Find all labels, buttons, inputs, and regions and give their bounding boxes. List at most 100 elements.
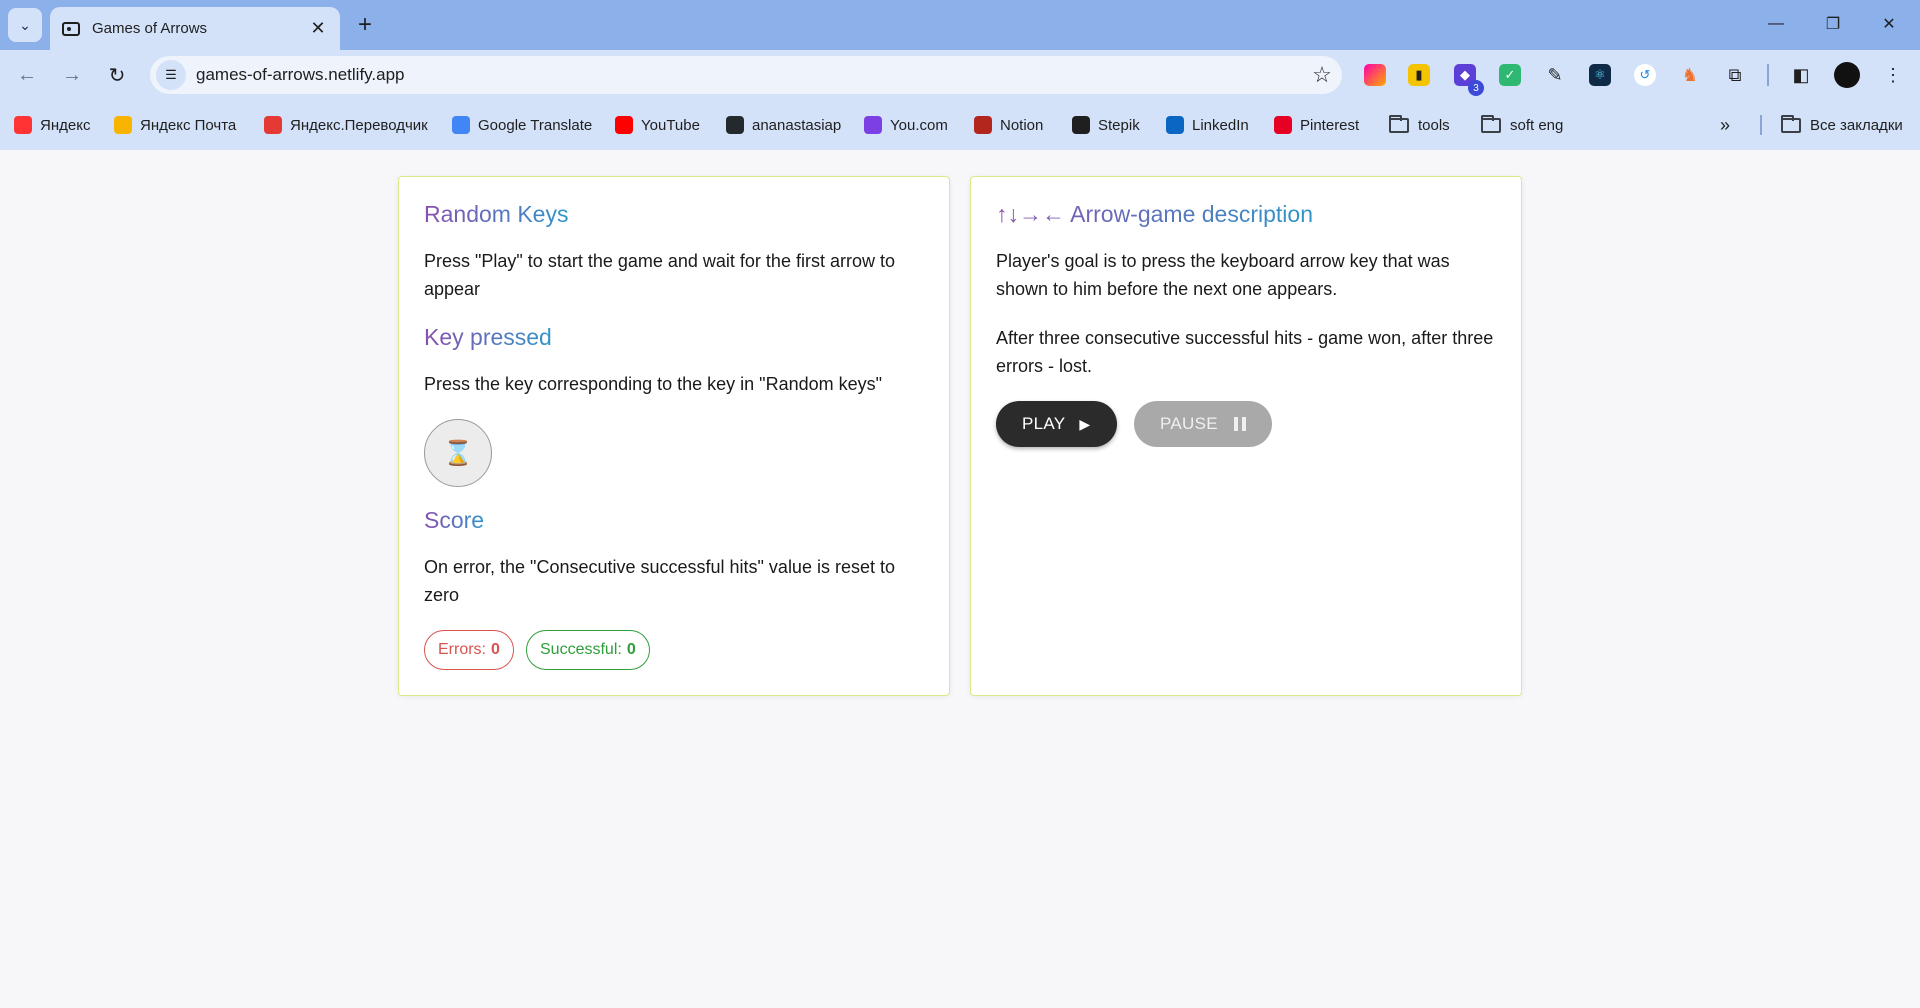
bookmark-label: Notion: [1000, 116, 1044, 134]
extension-count-badge: 3: [1468, 80, 1484, 96]
extension-pen-icon[interactable]: ✎: [1544, 64, 1566, 86]
folder-icon: [1389, 114, 1409, 133]
key-pressed-text: Press the key corresponding to the key i…: [424, 374, 883, 394]
youcom-icon: [864, 116, 882, 134]
back-button[interactable]: ←: [10, 59, 44, 91]
browser-toolbar: ← → ↻ ☰ games-of-arrows.netlify.app ☆ ▮ …: [0, 50, 1920, 100]
stepik-icon: [1072, 116, 1090, 134]
yandex-mail-icon: [114, 116, 132, 134]
bookmark-item[interactable]: Google Translate: [452, 114, 592, 136]
toolbar-divider: [1767, 64, 1769, 86]
arrow-left-icon: ←: [17, 63, 37, 86]
new-tab-button[interactable]: +: [350, 10, 380, 40]
bookmark-item[interactable]: ananastasiap: [726, 114, 841, 136]
bookmark-label: Pinterest: [1300, 116, 1360, 134]
bookmark-label: Яндекс.Переводчик: [290, 116, 428, 134]
active-tab[interactable]: Games of Arrows ✕: [50, 7, 340, 50]
extension-react-icon[interactable]: ⚛: [1589, 64, 1611, 86]
bookmark-item[interactable]: YouTube: [615, 114, 700, 136]
minimize-button[interactable]: —: [1753, 0, 1799, 48]
description-title: ↑↓→← Arrow-game description: [996, 201, 1313, 227]
hourglass-icon: ⌛: [424, 419, 492, 487]
bookmark-item[interactable]: soft eng: [1481, 114, 1563, 136]
reload-button[interactable]: ↻: [100, 59, 134, 91]
profile-avatar[interactable]: [1834, 62, 1860, 88]
translator-icon: [264, 116, 282, 134]
extension-chart-icon[interactable]: ▮: [1408, 64, 1430, 86]
bookmark-item[interactable]: Notion: [974, 114, 1043, 136]
side-panel-icon[interactable]: ◧: [1790, 64, 1812, 86]
errors-badge: Errors: 0: [424, 630, 514, 670]
tab-title: Games of Arrows: [92, 20, 208, 37]
score-title: Score: [424, 507, 485, 533]
menu-kebab-icon[interactable]: ⋮: [1882, 64, 1904, 86]
bookmark-star-icon[interactable]: ☆: [1302, 62, 1342, 88]
pause-button[interactable]: PAUSE: [1134, 401, 1272, 447]
extension-gradient-icon[interactable]: [1364, 64, 1386, 86]
bookmark-item[interactable]: Stepik: [1072, 114, 1140, 136]
close-window-button[interactable]: ✕: [1866, 0, 1912, 48]
description-panel: ↑↓→← Arrow-game description Player's goa…: [970, 176, 1522, 696]
play-label: PLAY: [1022, 414, 1066, 433]
extension-sync-icon[interactable]: ↺: [1634, 64, 1656, 86]
pause-label: PAUSE: [1160, 414, 1218, 433]
folder-icon: [1781, 114, 1801, 133]
bookmarks-bar: » Все закладки Яндекс Яндекс Почта Яндекс.…: [0, 100, 1920, 150]
more-bookmarks-button[interactable]: »: [1720, 114, 1730, 136]
errors-value: 0: [491, 641, 500, 658]
url-text[interactable]: games-of-arrows.netlify.app: [196, 65, 1302, 85]
bookmark-item[interactable]: You.com: [864, 114, 948, 136]
random-keys-text: Press "Play" to start the game and wait …: [424, 251, 895, 299]
forward-button[interactable]: →: [55, 59, 89, 91]
description-rules-text: After three consecutive successful hits …: [996, 328, 1494, 376]
bookmark-item[interactable]: Яндекс Почта: [114, 114, 236, 136]
gamepad-icon: [62, 21, 80, 36]
bookmark-label: soft eng: [1510, 116, 1564, 134]
all-bookmarks-label: Все закладки: [1810, 116, 1903, 134]
site-settings-icon[interactable]: ☰: [156, 60, 186, 90]
bookmark-item[interactable]: LinkedIn: [1166, 114, 1249, 136]
arrow-right-icon: →: [62, 63, 82, 86]
extensions-puzzle-icon[interactable]: ⧉: [1724, 64, 1746, 86]
bookmarks-divider: [1760, 115, 1762, 135]
address-bar[interactable]: ☰ games-of-arrows.netlify.app ☆: [150, 56, 1342, 94]
reload-icon: ↻: [108, 64, 126, 87]
yandex-icon: [14, 116, 32, 134]
notion-icon: [974, 116, 992, 134]
bookmark-label: Яндекс Почта: [140, 116, 237, 134]
bookmark-label: Stepik: [1098, 116, 1140, 134]
description-goal-text: Player's goal is to press the keyboard a…: [996, 251, 1450, 299]
bookmark-item[interactable]: Яндекс: [14, 114, 90, 136]
tab-search-button[interactable]: ⌄: [8, 8, 42, 42]
restore-button[interactable]: ❐: [1810, 0, 1856, 48]
bookmark-label: tools: [1418, 116, 1450, 134]
pause-icon: [1233, 417, 1246, 431]
bookmark-item[interactable]: tools: [1389, 114, 1450, 136]
bookmark-item[interactable]: Pinterest: [1274, 114, 1359, 136]
successful-badge: Successful: 0: [526, 630, 650, 670]
extension-fox-icon[interactable]: ♞: [1679, 64, 1701, 86]
bookmark-item[interactable]: Яндекс.Переводчик: [264, 114, 428, 136]
extension-shield-icon[interactable]: ✓: [1499, 64, 1521, 86]
random-keys-title: Random Keys: [424, 201, 569, 227]
github-icon: [726, 116, 744, 134]
play-icon: ▶: [1079, 415, 1091, 432]
bookmark-label: LinkedIn: [1192, 116, 1249, 134]
tab-strip: ⌄ Games of Arrows ✕ + — ❐ ✕: [0, 0, 1920, 50]
bookmark-label: You.com: [890, 116, 948, 134]
game-panel: Random Keys Press "Play" to start the ga…: [398, 176, 950, 696]
all-bookmarks-button[interactable]: Все закладки: [1781, 114, 1903, 136]
chevron-down-icon: ⌄: [19, 16, 31, 33]
successful-value: 0: [626, 641, 636, 658]
bookmark-label: Яндекс: [40, 116, 91, 134]
pinterest-icon: [1274, 116, 1292, 134]
key-pressed-title: Key pressed: [424, 324, 552, 350]
bookmark-label: ananastasiap: [752, 116, 842, 134]
youtube-icon: [615, 116, 633, 134]
close-tab-icon[interactable]: ✕: [308, 18, 328, 39]
linkedin-icon: [1166, 116, 1184, 134]
google-translate-icon: [452, 116, 470, 134]
play-button[interactable]: PLAY ▶: [996, 401, 1117, 447]
successful-label: Successful:: [540, 641, 622, 658]
errors-label: Errors:: [438, 641, 486, 658]
